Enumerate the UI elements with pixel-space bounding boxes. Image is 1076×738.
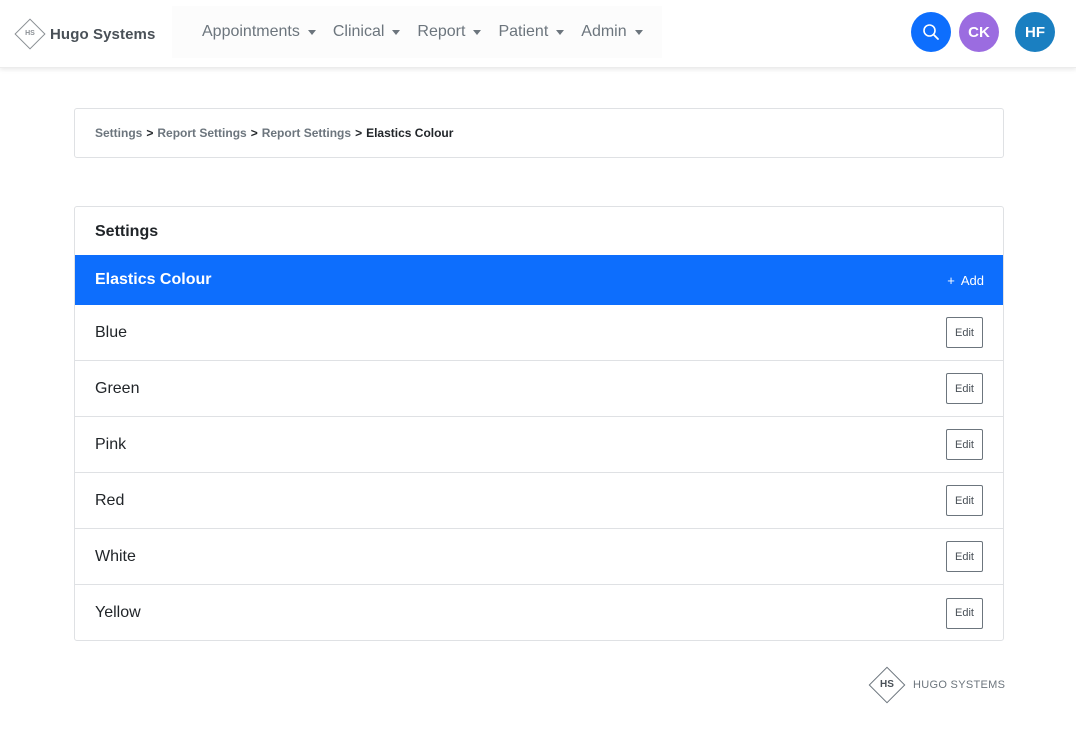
breadcrumb: Settings > Report Settings > Report Sett… xyxy=(74,108,1004,158)
top-navbar: HS Hugo Systems Appointments Clinical Re… xyxy=(0,0,1076,68)
list-item-label: Green xyxy=(95,379,140,397)
breadcrumb-current: Elastics Colour xyxy=(366,126,454,140)
caret-down-icon xyxy=(392,29,401,35)
breadcrumb-link-settings[interactable]: Settings xyxy=(95,126,142,140)
add-button[interactable]: + Add xyxy=(947,273,984,288)
search-icon xyxy=(923,24,939,40)
caret-down-icon xyxy=(634,29,643,35)
caret-down-icon xyxy=(556,29,565,35)
breadcrumb-link-report-settings[interactable]: Report Settings xyxy=(157,126,246,140)
brand[interactable]: HS Hugo Systems xyxy=(0,0,172,68)
nav-report-dropdown[interactable]: Report xyxy=(417,23,482,41)
card-title: Settings xyxy=(95,222,159,240)
edit-button[interactable]: Edit xyxy=(946,541,983,572)
breadcrumb-separator: > xyxy=(355,126,363,140)
breadcrumb-separator: > xyxy=(146,126,154,140)
section-title: Elastics Colour xyxy=(95,271,212,288)
breadcrumb-link-report-settings-sub[interactable]: Report Settings xyxy=(262,126,351,140)
avatar-initials: CK xyxy=(968,23,990,41)
list-item-label: Blue xyxy=(95,323,128,341)
nav-item-label: Patient xyxy=(498,23,549,40)
list-item: Blue Edit xyxy=(75,305,1003,361)
footer-brand-name: HUGO SYSTEMS xyxy=(913,679,1006,691)
breadcrumb-separator: > xyxy=(250,126,258,140)
list-item-label: Pink xyxy=(95,435,127,453)
nav-item-label: Appointments xyxy=(202,23,300,40)
brand-logo-icon: HS xyxy=(14,18,46,50)
list-item: White Edit xyxy=(75,529,1003,585)
avatar-initials: HF xyxy=(1025,23,1045,41)
footer-logo-icon: HS xyxy=(866,664,908,706)
add-button-label: Add xyxy=(960,272,984,288)
nav-appointments-dropdown[interactable]: Appointments xyxy=(202,23,316,41)
nav-item-label: Report xyxy=(417,23,466,40)
elastics-colour-list: Blue Edit Green Edit Pink Edit Red Edit … xyxy=(75,305,1003,640)
brand-name: Hugo Systems xyxy=(50,25,156,43)
list-item-label: White xyxy=(95,547,136,565)
settings-card: Settings Elastics Colour + Add Blue Edit… xyxy=(74,206,1004,641)
caret-down-icon xyxy=(473,29,482,35)
user-avatar-ck[interactable]: CK xyxy=(959,12,999,52)
edit-button[interactable]: Edit xyxy=(946,317,983,348)
list-item-label: Red xyxy=(95,491,125,509)
caret-down-icon xyxy=(307,29,316,35)
list-item: Red Edit xyxy=(75,473,1003,529)
nav-item-label: Clinical xyxy=(332,23,385,40)
user-avatar-hf[interactable]: HF xyxy=(1015,12,1055,52)
edit-button[interactable]: Edit xyxy=(946,373,983,404)
nav-admin-dropdown[interactable]: Admin xyxy=(581,23,643,41)
search-button[interactable] xyxy=(911,12,951,52)
footer-logo: HS HUGO SYSTEMS xyxy=(866,664,1005,706)
list-item: Yellow Edit xyxy=(75,585,1003,640)
list-item-label: Yellow xyxy=(95,604,141,621)
nav-clinical-dropdown[interactable]: Clinical xyxy=(333,23,401,41)
edit-button[interactable]: Edit xyxy=(946,485,983,516)
plus-icon: + xyxy=(947,272,955,288)
nav-item-label: Admin xyxy=(581,23,627,40)
footer-logo-text: HS xyxy=(880,679,894,690)
list-item: Pink Edit xyxy=(75,417,1003,473)
list-item: Green Edit xyxy=(75,361,1003,417)
section-header: Elastics Colour + Add xyxy=(75,255,1003,305)
main-nav: Appointments Clinical Report Patient Adm… xyxy=(202,0,660,64)
edit-button[interactable]: Edit xyxy=(946,597,983,629)
nav-patient-dropdown[interactable]: Patient xyxy=(498,23,565,41)
brand-logo-text: HS xyxy=(25,30,35,37)
edit-button[interactable]: Edit xyxy=(946,429,983,460)
